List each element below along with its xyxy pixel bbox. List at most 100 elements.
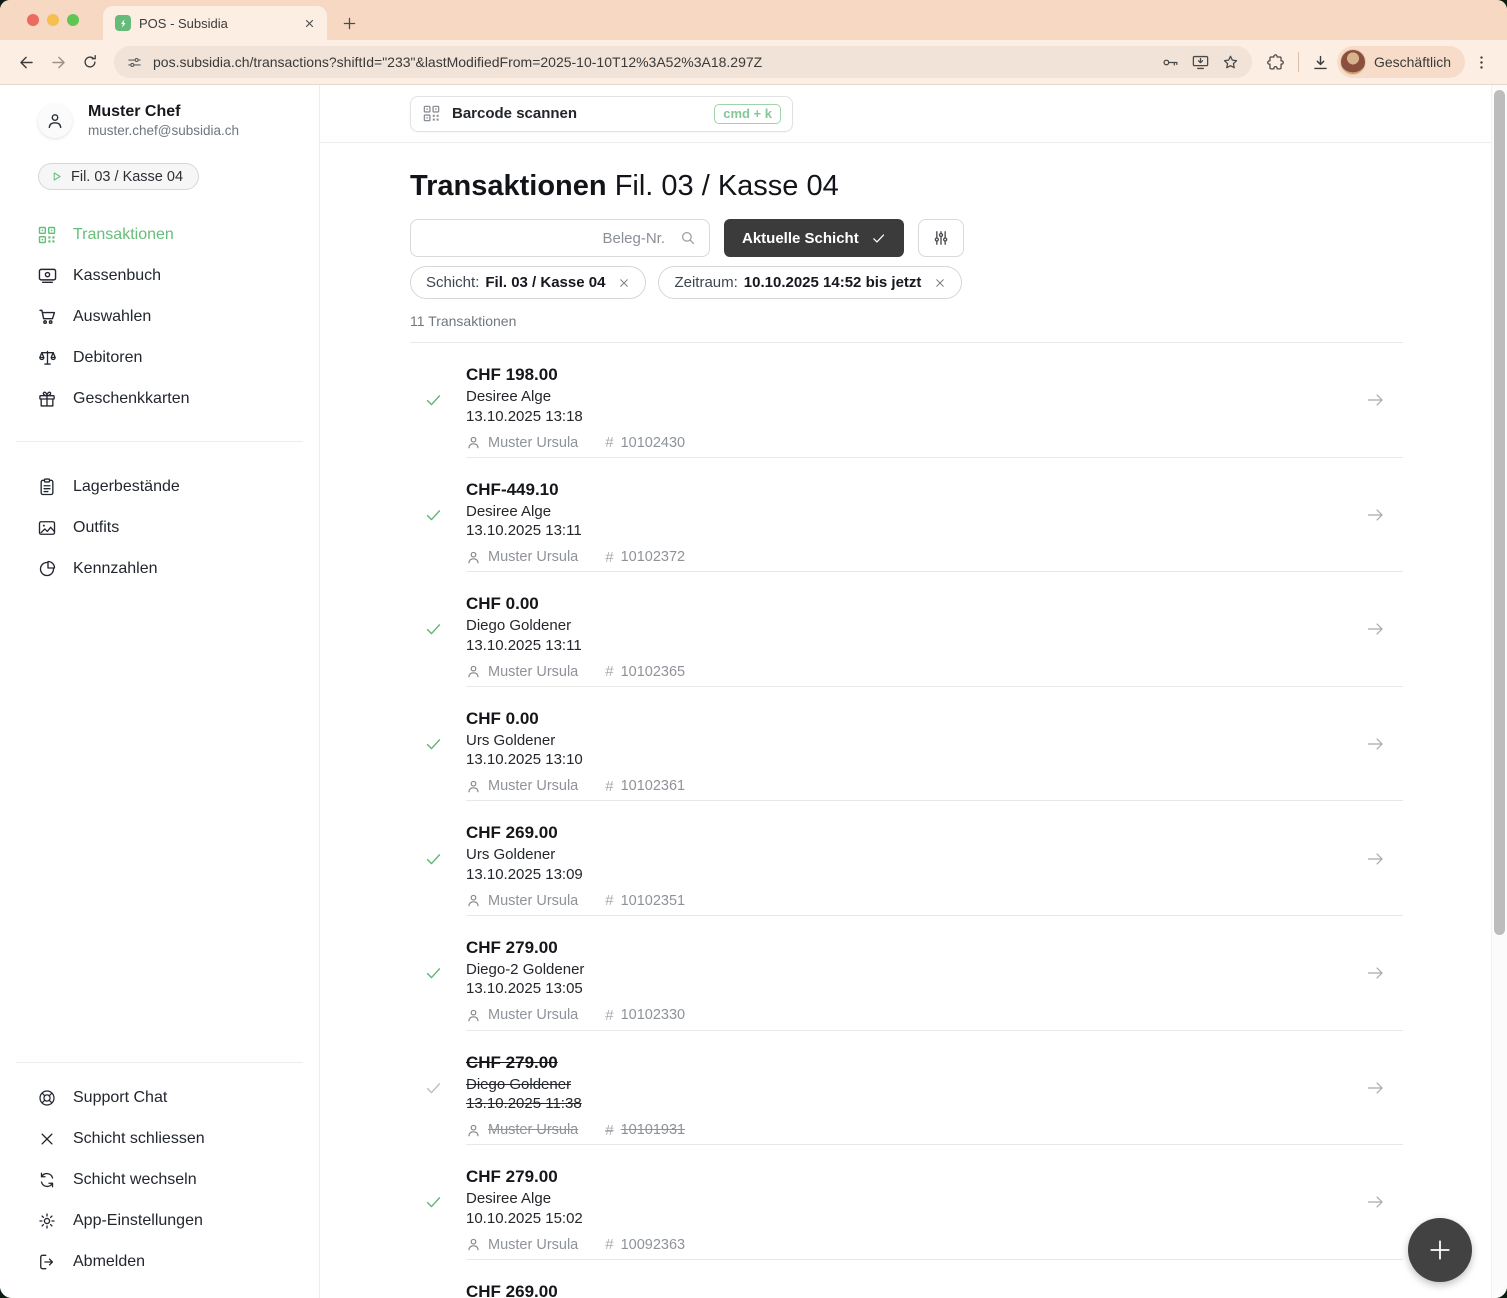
password-key-icon[interactable] xyxy=(1156,47,1186,77)
person-icon xyxy=(466,664,481,679)
sidebar-item-outfits[interactable]: Outfits xyxy=(0,507,319,548)
filter-chips: Schicht: Fil. 03 / Kasse 04 Zeitraum: 10… xyxy=(410,266,1403,299)
success-check-icon xyxy=(424,849,443,868)
sidebar-item-label: Schicht schliessen xyxy=(73,1129,205,1147)
cashier-name: Muster Ursula xyxy=(488,1236,579,1253)
transaction-row[interactable]: CHF 0.00 Diego Goldener 13.10.2025 13:11… xyxy=(410,572,1403,687)
transaction-meta: Muster Ursula # 10092363 xyxy=(466,1236,1403,1253)
open-transaction-arrow-icon[interactable] xyxy=(1365,619,1386,640)
back-button[interactable] xyxy=(10,46,42,78)
person-icon xyxy=(466,435,481,450)
sidebar-item-geschenkkarten[interactable]: Geschenkkarten xyxy=(0,378,319,419)
sidebar-item-schicht-wechseln[interactable]: Schicht wechseln xyxy=(0,1159,319,1200)
cashier-name: Muster Ursula xyxy=(488,1007,579,1024)
url-text[interactable]: pos.subsidia.ch/transactions?shiftId="23… xyxy=(153,54,1156,70)
open-transaction-arrow-icon[interactable] xyxy=(1365,1192,1386,1213)
bookmark-star-icon[interactable] xyxy=(1216,47,1246,77)
customer-name: Diego Goldener xyxy=(466,1075,572,1093)
sidebar: Muster Chef muster.chef@subsidia.ch Fil.… xyxy=(0,85,320,1298)
open-transaction-arrow-icon[interactable] xyxy=(1365,390,1386,411)
open-transaction-arrow-icon[interactable] xyxy=(1365,504,1386,525)
person-icon xyxy=(466,779,481,794)
transaction-row[interactable]: CHF 279.00 Desiree Alge 10.10.2025 15:02… xyxy=(410,1145,1403,1260)
site-info-icon[interactable] xyxy=(126,54,143,71)
tab-close-icon[interactable] xyxy=(302,16,317,31)
transaction-datetime: 13.10.2025 11:38 xyxy=(466,1095,582,1113)
transaction-datetime: 13.10.2025 13:11 xyxy=(466,522,582,540)
sidebar-item-transaktionen[interactable]: Transaktionen xyxy=(0,214,319,255)
open-transaction-arrow-icon[interactable] xyxy=(1365,848,1386,869)
sidebar-item-schicht-schliessen[interactable]: Schicht schliessen xyxy=(0,1118,319,1159)
open-transaction-arrow-icon[interactable] xyxy=(1365,734,1386,755)
sidebar-item-label: Debitoren xyxy=(73,348,143,366)
hash-icon: # xyxy=(605,663,614,681)
browser-profile-button[interactable]: Geschäftlich xyxy=(1336,46,1465,78)
minimize-window-button[interactable] xyxy=(47,14,59,26)
transaction-row[interactable]: CHF 269.00 # xyxy=(410,1260,1403,1298)
sidebar-item-abmelden[interactable]: Abmelden xyxy=(0,1241,319,1282)
scrollbar-track[interactable] xyxy=(1491,85,1507,1298)
sidebar-item-support-chat[interactable]: Support Chat xyxy=(0,1077,319,1118)
current-shift-filter-button[interactable]: Aktuelle Schicht xyxy=(724,219,904,257)
barcode-scan-button[interactable]: Barcode scannen cmd + k xyxy=(410,95,793,132)
install-app-icon[interactable] xyxy=(1186,47,1216,77)
transaction-details: CHF 0.00 Diego Goldener 13.10.2025 13:11… xyxy=(410,572,1403,680)
fullscreen-window-button[interactable] xyxy=(67,14,79,26)
sidebar-item-debitoren[interactable]: Debitoren xyxy=(0,337,319,378)
active-shift-badge[interactable]: Fil. 03 / Kasse 04 xyxy=(38,163,200,190)
shift-filter-chip[interactable]: Schicht: Fil. 03 / Kasse 04 xyxy=(410,266,647,299)
close-window-button[interactable] xyxy=(27,14,39,26)
forward-button[interactable] xyxy=(42,46,74,78)
transaction-amount: CHF 279.00 xyxy=(466,1167,558,1187)
add-transaction-fab[interactable] xyxy=(1408,1218,1472,1282)
cashier-name: Muster Ursula xyxy=(488,778,579,795)
transaction-row[interactable]: CHF-449.10 Desiree Alge 13.10.2025 13:11… xyxy=(410,458,1403,573)
remove-chip-icon[interactable] xyxy=(934,277,946,289)
downloads-icon[interactable] xyxy=(1305,46,1337,78)
transaction-row[interactable]: CHF 279.00 Diego-2 Goldener 13.10.2025 1… xyxy=(410,916,1403,1031)
url-bar[interactable]: pos.subsidia.ch/transactions?shiftId="23… xyxy=(114,46,1252,78)
sidebar-item-kennzahlen[interactable]: Kennzahlen xyxy=(0,548,319,589)
plus-icon xyxy=(1426,1236,1454,1264)
extensions-puzzle-icon[interactable] xyxy=(1260,46,1292,78)
sidebar-item-app-einstellungen[interactable]: App-Einstellungen xyxy=(0,1200,319,1241)
timerange-filter-chip[interactable]: Zeitraum: 10.10.2025 14:52 bis jetzt xyxy=(658,266,963,299)
new-tab-button[interactable] xyxy=(341,15,358,32)
browser-tab[interactable]: POS - Subsidia xyxy=(103,6,327,40)
transaction-details: CHF-449.10 Desiree Alge 13.10.2025 13:11… xyxy=(410,458,1403,566)
profile-avatar xyxy=(1339,49,1366,75)
sidebar-item-label: Abmelden xyxy=(73,1252,146,1270)
scrollbar-thumb[interactable] xyxy=(1493,90,1505,935)
transaction-row[interactable]: CHF 279.00 Diego Goldener 13.10.2025 11:… xyxy=(410,1031,1403,1146)
customer-name: Desiree Alge xyxy=(466,1190,552,1208)
reload-button[interactable] xyxy=(74,46,106,78)
sidebar-item-label: Lagerbestände xyxy=(73,477,180,495)
sidebar-item-lagerbestaende[interactable]: Lagerbestände xyxy=(0,466,319,507)
transaction-row[interactable]: CHF 0.00 Urs Goldener 13.10.2025 13:10 M… xyxy=(410,687,1403,802)
transaction-meta: Muster Ursula # 10102430 xyxy=(466,434,1403,451)
sidebar-item-label: Schicht wechseln xyxy=(73,1170,197,1188)
check-icon xyxy=(871,231,886,246)
clipboard-icon xyxy=(36,477,58,497)
remove-chip-icon[interactable] xyxy=(618,277,630,289)
browser-toolbar: pos.subsidia.ch/transactions?shiftId="23… xyxy=(0,40,1507,85)
open-transaction-arrow-icon[interactable] xyxy=(1365,963,1386,984)
user-info: Muster Chef muster.chef@subsidia.ch xyxy=(38,101,319,141)
play-icon xyxy=(50,170,63,183)
receipt-search-input[interactable] xyxy=(410,219,710,257)
scale-icon xyxy=(36,347,58,368)
browser-menu-icon[interactable] xyxy=(1465,46,1497,78)
sidebar-item-kassenbuch[interactable]: Kassenbuch xyxy=(0,255,319,296)
hash-icon: # xyxy=(605,892,614,910)
shift-badge-label: Fil. 03 / Kasse 04 xyxy=(71,168,184,185)
transaction-datetime: 13.10.2025 13:05 xyxy=(466,980,583,998)
customer-name: Urs Goldener xyxy=(466,731,556,749)
sidebar-item-label: Outfits xyxy=(73,518,120,536)
filter-options-button[interactable] xyxy=(917,219,964,257)
transaction-details: CHF 269.00 # xyxy=(410,1260,1403,1298)
transaction-row[interactable]: CHF 198.00 Desiree Alge 13.10.2025 13:18… xyxy=(410,343,1403,458)
transaction-row[interactable]: CHF 269.00 Urs Goldener 13.10.2025 13:09… xyxy=(410,801,1403,916)
open-transaction-arrow-icon[interactable] xyxy=(1365,1077,1386,1098)
image-icon xyxy=(36,518,58,538)
sidebar-item-auswahlen[interactable]: Auswahlen xyxy=(0,296,319,337)
